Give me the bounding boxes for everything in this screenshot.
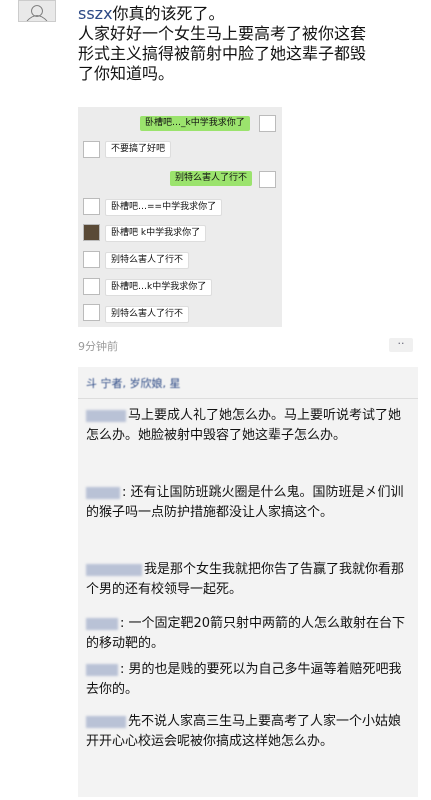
comment-author[interactable]: ▇▇▇: [86, 617, 118, 630]
chat-bubble-left: 别特么害人了行不: [105, 252, 190, 269]
post-timestamp: 9分钟前: [78, 340, 118, 353]
poster-avatar[interactable]: [18, 0, 56, 22]
comment-author[interactable]: ▇▇▇: [86, 486, 120, 499]
chat-bubble-left: 卧槽吧…k中学我求你了: [105, 279, 213, 296]
comment-item[interactable]: ▇▇▇: 男的也是贱的要死以为自己多牛逼等着赔死吧我去你的。: [86, 660, 412, 700]
chat-bubble-right: 卧槽吧…_k中学我求你了: [140, 116, 250, 131]
post-author[interactable]: sszx: [78, 4, 113, 23]
post-text-line: 形式主义搞得被箭射中脸了她这辈子都毁: [78, 44, 367, 63]
comment-author[interactable]: ▇▇: [86, 409, 126, 422]
chat-screenshot-image[interactable]: 卧槽吧…_k中学我求你了 不要搞了好吧 别特么害人了行不 卧槽吧…==中学我求你…: [78, 107, 282, 327]
comments-section: 斗 宁者, 岁欣娘, 星 ▇▇马上要成人礼了她怎么办。马上要听说考试了她怎么办。…: [78, 367, 418, 797]
likes-header[interactable]: 斗 宁者, 岁欣娘, 星: [86, 375, 180, 391]
comment-item[interactable]: ▇▇▇: 还有让国防班跳火圈是什么鬼。国防班是㐅们训的猴子吗一点防护措施都没让人…: [86, 483, 412, 523]
comment-item[interactable]: ▇▇▇先不说人家高三生马上要高考了人家一个小姑娘开开心心校运会呢被你搞成这样她怎…: [86, 712, 412, 752]
chat-bubble-left: 别特么害人了行不: [105, 306, 190, 323]
chat-avatar-icon: [259, 171, 276, 188]
post-body: sszx你真的该死了。 人家好好一个女生马上要高考了被你这套 形式主义搞得被箭射…: [78, 4, 418, 84]
comment-text: : 男的也是贱的要死以为自己多牛逼等着赔死吧我去你的。: [86, 662, 402, 697]
post-text-line: 了你知道吗。: [78, 64, 175, 83]
comment-author[interactable]: ▇▇▇: [86, 663, 118, 676]
comment-text: : 一个固定靶20箭只射中两箭的人怎么敢射在台下的移动靶的。: [86, 616, 406, 651]
divider: [78, 398, 418, 399]
chat-avatar-icon: [83, 224, 100, 241]
comment-author[interactable]: ▇▇▇: [86, 715, 126, 728]
more-options-button[interactable]: ··: [389, 338, 413, 352]
chat-avatar-icon: [83, 141, 100, 158]
chat-bubble-left: 卧槽吧 k中学我求你了: [105, 225, 207, 242]
post-text-line: 你真的该死了。: [112, 4, 225, 23]
comment-item[interactable]: ▇▇马上要成人礼了她怎么办。马上要听说考试了她怎么办。她脸被射中毁容了她这辈子怎…: [86, 406, 412, 446]
comment-text: 马上要成人礼了她怎么办。马上要听说考试了她怎么办。她脸被射中毁容了她这辈子怎么办…: [86, 408, 402, 443]
chat-bubble-left: 卧槽吧…==中学我求你了: [105, 199, 223, 216]
comment-text: : 还有让国防班跳火圈是什么鬼。国防班是㐅们训的猴子吗一点防护措施都没让人家搞这…: [86, 485, 404, 520]
chat-avatar-icon: [83, 198, 100, 215]
chat-avatar-icon: [259, 115, 276, 132]
comment-author[interactable]: ▇▇▇: [86, 563, 142, 576]
comment-text: 先不说人家高三生马上要高考了人家一个小姑娘开开心心校运会呢被你搞成这样她怎么办。: [86, 714, 402, 749]
post-text-line: 人家好好一个女生马上要高考了被你这套: [78, 24, 367, 43]
chat-avatar-icon: [83, 278, 100, 295]
comment-item[interactable]: ▇▇▇我是那个女生我就把你告了告赢了我就你看那个男的还有校领导一起死。: [86, 560, 412, 600]
comment-item[interactable]: ▇▇▇: 一个固定靶20箭只射中两箭的人怎么敢射在台下的移动靶的。: [86, 614, 412, 654]
chat-bubble-left: 不要搞了好吧: [105, 141, 172, 158]
chat-avatar-icon: [83, 251, 100, 268]
chat-avatar-icon: [83, 304, 100, 321]
chat-bubble-right: 别特么害人了行不: [170, 171, 253, 186]
